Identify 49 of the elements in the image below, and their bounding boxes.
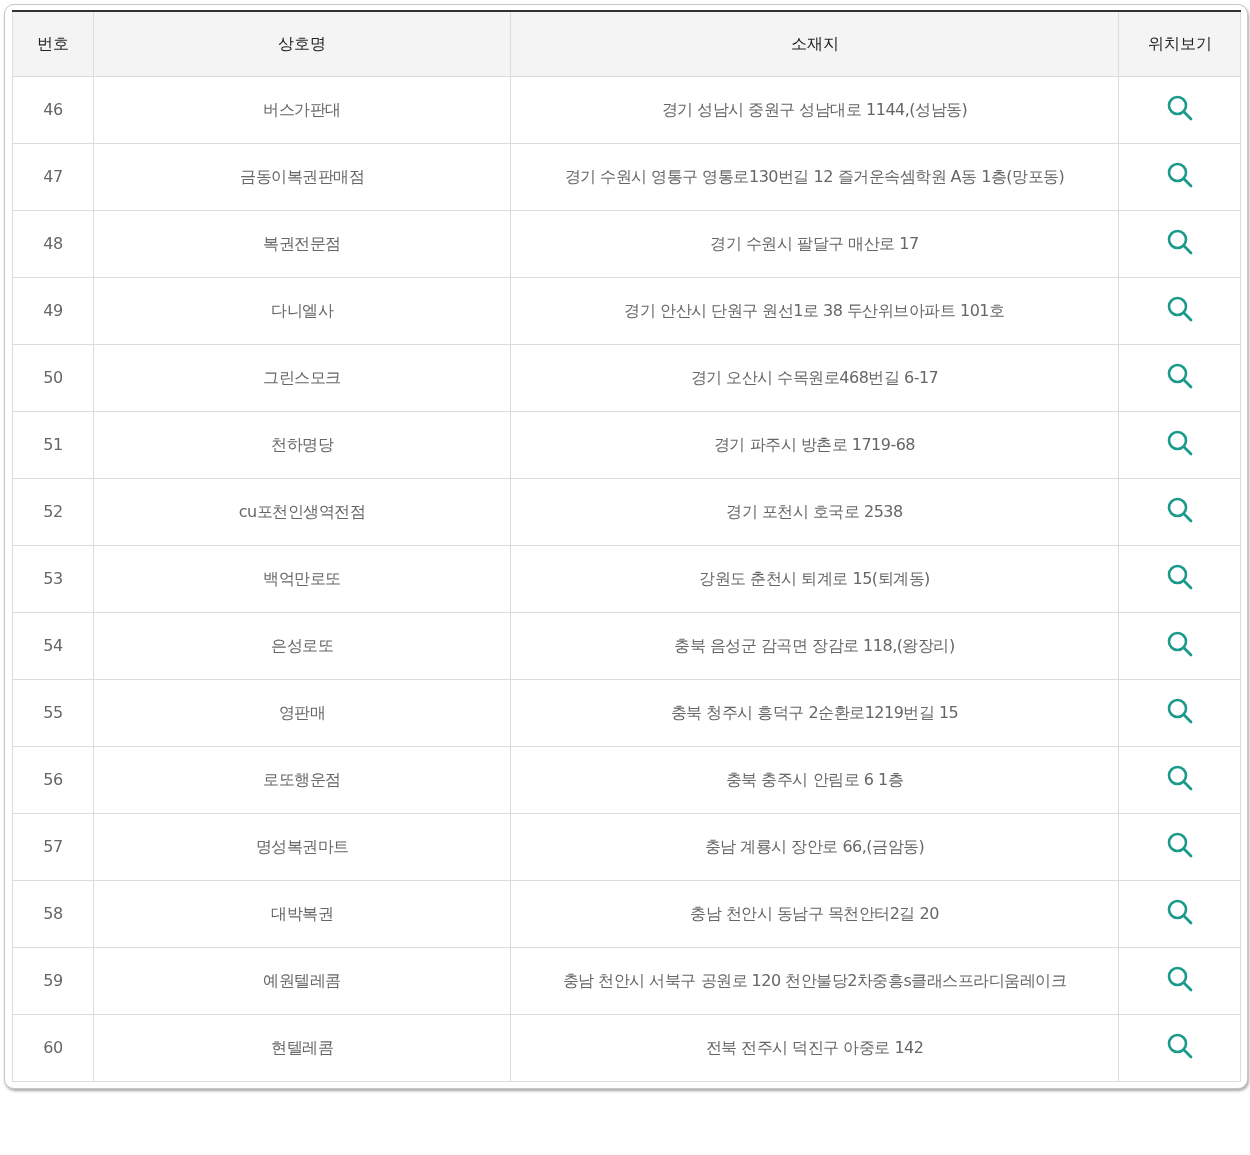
address-cell: 경기 포천시 호국로 2538 bbox=[510, 478, 1119, 546]
address-cell: 경기 오산시 수목원로468번길 6-17 bbox=[510, 344, 1119, 412]
store-name-cell: cu포천인생역전점 bbox=[93, 478, 511, 546]
number-cell: 47 bbox=[12, 143, 94, 211]
address-cell: 강원도 춘천시 퇴계로 15(퇴계동) bbox=[510, 545, 1119, 613]
store-name-cell: 대박복권 bbox=[93, 880, 511, 948]
store-name-cell: 예원텔레콤 bbox=[93, 947, 511, 1015]
store-name-cell: 백억만로또 bbox=[93, 545, 511, 613]
number-cell: 52 bbox=[12, 478, 94, 546]
address-cell: 충북 청주시 흥덕구 2순환로1219번길 15 bbox=[510, 679, 1119, 747]
number-cell: 51 bbox=[12, 411, 94, 479]
number-cell: 57 bbox=[12, 813, 94, 881]
address-cell: 충남 계룡시 장안로 66,(금암동) bbox=[510, 813, 1119, 881]
number-cell: 60 bbox=[12, 1014, 94, 1082]
address-cell: 충북 충주시 안림로 6 1층 bbox=[510, 746, 1119, 814]
number-cell: 46 bbox=[12, 76, 94, 144]
number-cell: 58 bbox=[12, 880, 94, 948]
number-cell: 50 bbox=[12, 344, 94, 412]
number-cell: 59 bbox=[12, 947, 94, 1015]
address-cell: 충북 음성군 감곡면 장감로 118,(왕장리) bbox=[510, 612, 1119, 680]
number-cell: 48 bbox=[12, 210, 94, 278]
address-cell: 경기 파주시 방촌로 1719-68 bbox=[510, 411, 1119, 479]
address-cell: 경기 수원시 팔달구 매산로 17 bbox=[510, 210, 1119, 278]
store-name-cell: 그린스모크 bbox=[93, 344, 511, 412]
number-cell: 56 bbox=[12, 746, 94, 814]
store-name-cell: 현텔레콤 bbox=[93, 1014, 511, 1082]
address-cell: 경기 수원시 영통구 영통로130번길 12 즐거운속셈학원 A동 1층(망포동) bbox=[510, 143, 1119, 211]
column-header: 위치보기 bbox=[1118, 11, 1241, 77]
store-name-cell: 버스가판대 bbox=[93, 76, 511, 144]
address-cell: 경기 안산시 단원구 원선1로 38 두산위브아파트 101호 bbox=[510, 277, 1119, 345]
store-name-cell: 천하명당 bbox=[93, 411, 511, 479]
column-header: 소재지 bbox=[510, 11, 1119, 77]
store-name-cell: 은성로또 bbox=[93, 612, 511, 680]
store-name-cell: 금동이복권판매점 bbox=[93, 143, 511, 211]
address-cell: 경기 성남시 중원구 성남대로 1144,(성남동) bbox=[510, 76, 1119, 144]
number-cell: 49 bbox=[12, 277, 94, 345]
number-cell: 54 bbox=[12, 612, 94, 680]
store-name-cell: 다니엘사 bbox=[93, 277, 511, 345]
store-name-cell: 복권전문점 bbox=[93, 210, 511, 278]
address-cell: 충남 천안시 동남구 목천안터2길 20 bbox=[510, 880, 1119, 948]
column-header: 상호명 bbox=[93, 11, 511, 77]
number-cell: 53 bbox=[12, 545, 94, 613]
store-name-cell: 영판매 bbox=[93, 679, 511, 747]
column-header: 번호 bbox=[12, 11, 94, 77]
number-cell: 55 bbox=[12, 679, 94, 747]
address-cell: 충남 천안시 서북구 공원로 120 천안불당2차중흥s클래스프라디움레이크 bbox=[510, 947, 1119, 1015]
store-name-cell: 명성복권마트 bbox=[93, 813, 511, 881]
store-name-cell: 로또행운점 bbox=[93, 746, 511, 814]
address-cell: 전북 전주시 덕진구 아중로 142 bbox=[510, 1014, 1119, 1082]
